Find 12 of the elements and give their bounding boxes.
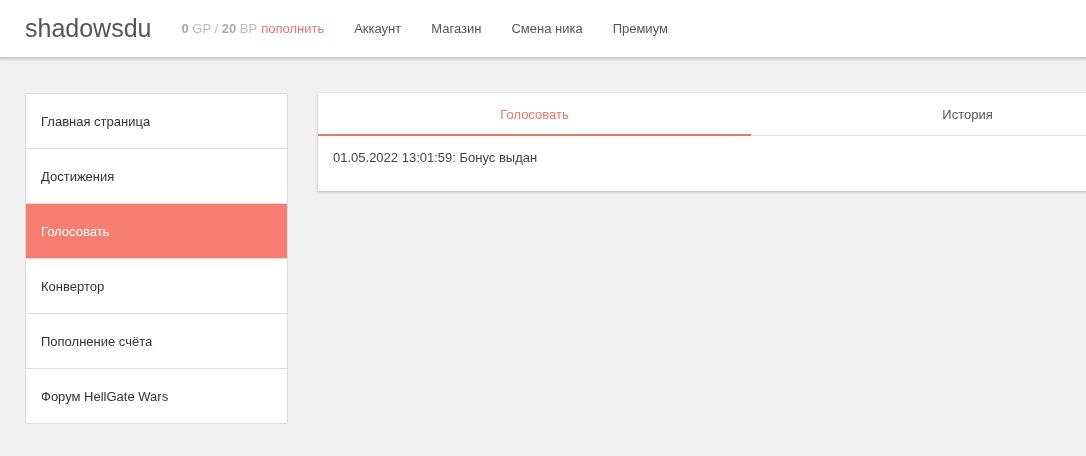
tab[interactable]: История [751, 93, 1086, 136]
history-entry: 01.05.2022 13:01:59: Бонус выдан [333, 150, 539, 165]
nav-link[interactable]: Премиум [612, 21, 668, 36]
sidebar-item[interactable]: Пополнение счёта [26, 314, 287, 369]
sidebar-item[interactable]: Главная страница [26, 94, 287, 149]
sidebar-item[interactable]: Конвертор [26, 259, 287, 314]
balance-text: 0 GP / 20 BP [181, 21, 258, 36]
nav-link[interactable]: Аккаунт [354, 21, 402, 36]
nav-link[interactable]: Смена ника [511, 21, 583, 36]
site-logo[interactable]: shadowsdu [25, 14, 152, 43]
nav-link[interactable]: Магазин [431, 21, 482, 36]
sidebar-item[interactable]: Форум HellGate Wars [26, 369, 287, 423]
